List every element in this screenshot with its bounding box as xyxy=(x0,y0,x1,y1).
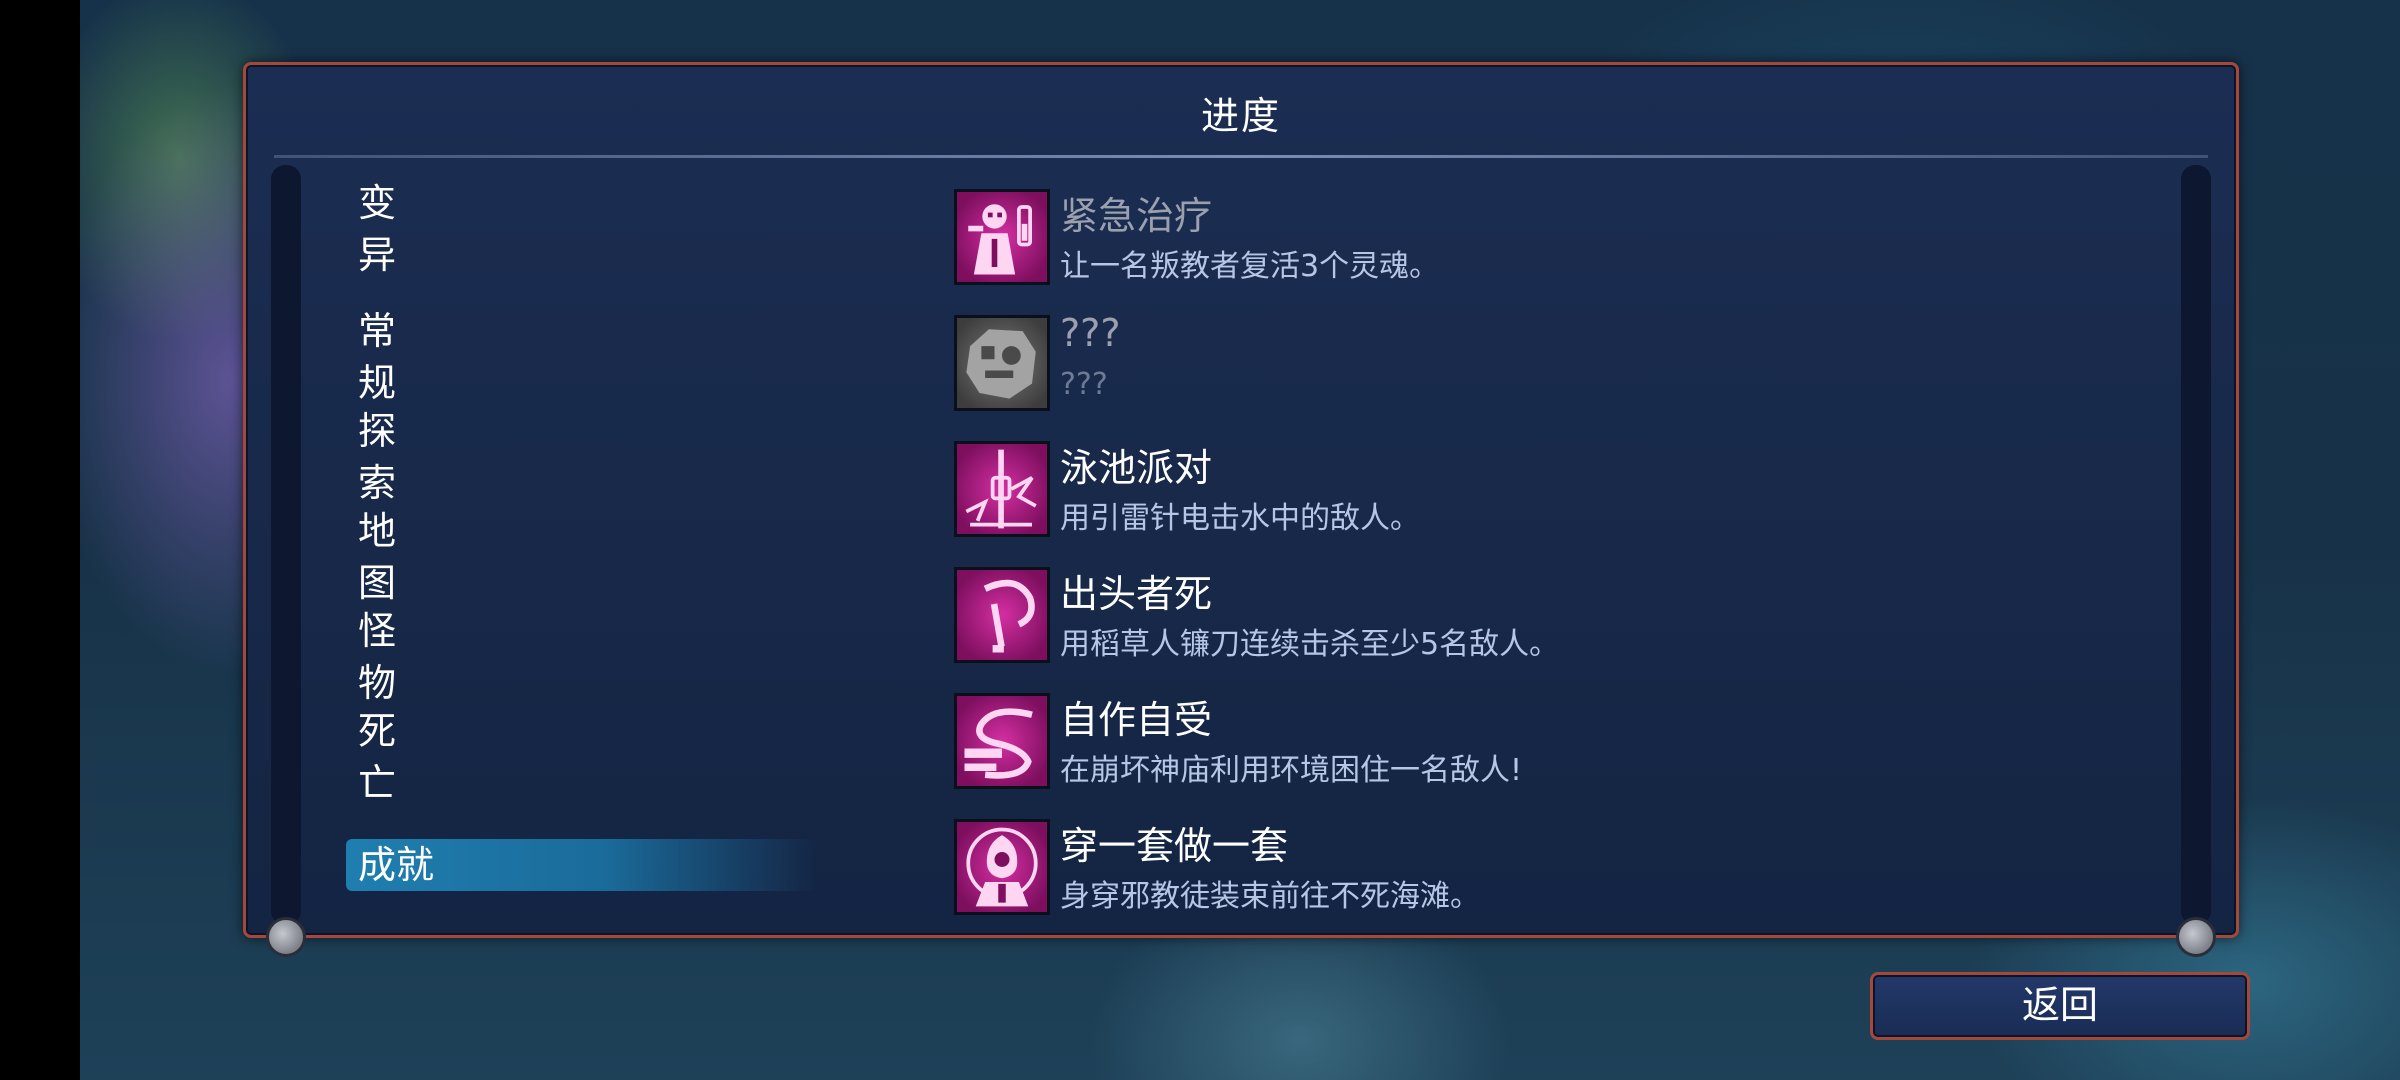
category-achievements[interactable]: 成就 xyxy=(346,839,818,891)
achievement-title: 自作自受 xyxy=(1060,698,1213,742)
screen-letterbox xyxy=(0,0,80,1080)
category-exploration[interactable]: 探索 xyxy=(346,405,396,505)
rivet-icon xyxy=(2176,917,2216,957)
category-deaths[interactable]: 死亡 xyxy=(346,705,396,805)
achievement-description: 身穿邪教徒装束前往不死海滩。 xyxy=(1060,879,1480,914)
category-map[interactable]: 地图 xyxy=(346,505,396,605)
hooded-cultist-icon xyxy=(954,819,1050,915)
window-title: 进度 xyxy=(1200,94,1281,138)
achievement-item[interactable]: 出头者死 用稻草人镰刀连续击杀至少5名敌人。 xyxy=(954,565,2154,665)
achievement-title: 泳池派对 xyxy=(1060,446,1213,490)
achievement-item[interactable]: ??? ??? xyxy=(954,311,2154,413)
sickle-icon xyxy=(954,567,1050,663)
achievement-description: 用引雷针电击水中的敌人。 xyxy=(1060,501,1420,536)
achievement-item[interactable]: 泳池派对 用引雷针电击水中的敌人。 xyxy=(954,439,2154,539)
healer-ghost-icon xyxy=(954,189,1050,285)
title-divider xyxy=(274,155,2208,158)
left-scroll-rail xyxy=(271,165,301,925)
rivet-icon xyxy=(266,917,306,957)
achievement-description: 让一名叛教者复活3个灵魂。 xyxy=(1060,249,1440,284)
achievement-title: 紧急治疗 xyxy=(1060,194,1213,238)
achievement-title: ??? xyxy=(1060,311,1121,355)
lightning-rod-icon xyxy=(954,441,1050,537)
achievement-description: ??? xyxy=(1060,367,1108,402)
achievement-item[interactable]: 紧急治疗 让一名叛教者复活3个灵魂。 xyxy=(954,187,2154,287)
category-monsters[interactable]: 怪物 xyxy=(346,605,396,705)
back-button[interactable]: 返回 xyxy=(1870,972,2250,1040)
locked-achievement-icon xyxy=(954,315,1050,411)
achievement-title: 出头者死 xyxy=(1060,572,1213,616)
trap-whip-icon xyxy=(954,693,1050,789)
category-general[interactable]: 常规 xyxy=(346,305,396,405)
achievement-item[interactable]: 自作自受 在崩坏神庙利用环境困住一名敌人! xyxy=(954,691,2154,791)
achievement-item[interactable]: 穿一套做一套 身穿邪教徒装束前往不死海滩。 xyxy=(954,817,2154,917)
category-mutations[interactable]: 变异 xyxy=(346,177,396,277)
progress-window: 进度 变异 常规 探索 地图 怪物 死亡 成就 紧急治疗 让一名叛教者复活3个灵… xyxy=(243,62,2239,957)
achievement-description: 在崩坏神庙利用环境困住一名敌人! xyxy=(1060,753,1523,788)
game-background: 进度 变异 常规 探索 地图 怪物 死亡 成就 紧急治疗 让一名叛教者复活3个灵… xyxy=(0,0,2400,1080)
achievement-title: 穿一套做一套 xyxy=(1060,824,1289,868)
achievement-description: 用稻草人镰刀连续击杀至少5名敌人。 xyxy=(1060,627,1560,662)
right-scrollbar[interactable] xyxy=(2181,165,2211,925)
